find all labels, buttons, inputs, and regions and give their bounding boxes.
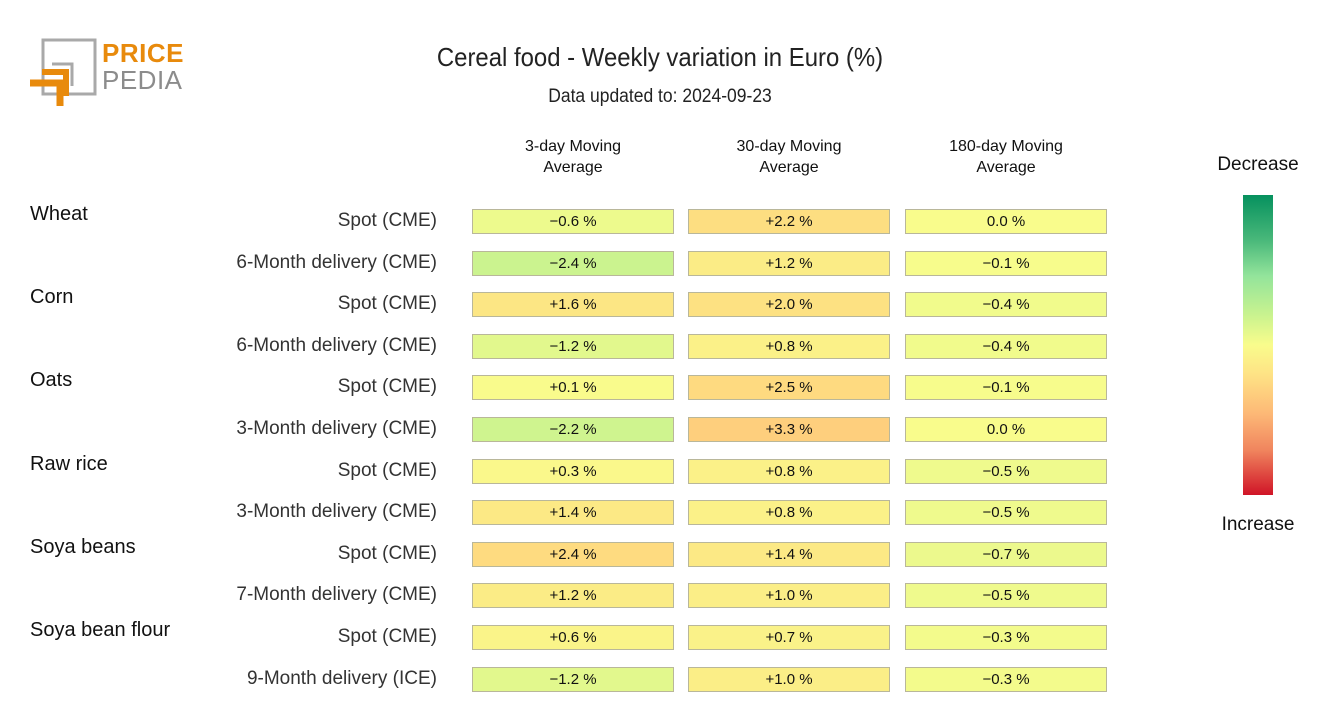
column-header: 30-day Moving Average (688, 136, 890, 178)
group-label: Wheat (30, 203, 88, 225)
heatmap-cell: +2.5 % (688, 375, 890, 401)
heatmap-cell: −0.4 % (905, 333, 1107, 359)
heatmap-cell: −2.2 % (472, 417, 674, 442)
heatmap-cell: +1.0 % (688, 666, 890, 692)
row-label: 7-Month delivery (CME) (236, 584, 437, 606)
heatmap-cell: −0.5 % (905, 583, 1107, 609)
heatmap-cell: +0.7 % (688, 625, 890, 650)
legend-decrease-label: Decrease (1217, 154, 1299, 175)
heatmap-cell: +0.8 % (688, 458, 890, 484)
column-header-line: Average (759, 159, 819, 176)
column-header-line: 3-day Moving (524, 138, 622, 155)
heatmap-cell: +1.6 % (472, 292, 674, 318)
row-label: 6-Month delivery (CME) (236, 251, 437, 273)
heatmap-cell: +1.4 % (472, 500, 674, 526)
heatmap-cell: +0.6 % (472, 625, 674, 650)
heatmap-cell: +0.1 % (472, 375, 674, 401)
heatmap-cell: −0.6 % (472, 209, 674, 234)
chart-subtitle: Data updated to: 2024-09-23 (548, 86, 772, 107)
row-label: Spot (CME) (337, 459, 437, 481)
column-header-line: Average (976, 159, 1036, 176)
heatmap-cell: +1.2 % (472, 583, 674, 609)
row-label: Spot (CME) (337, 626, 437, 647)
heatmap-cell: +0.8 % (688, 333, 890, 359)
heatmap-cell: −0.7 % (905, 541, 1107, 567)
column-header: 3-day Moving Average (472, 136, 674, 178)
heatmap-cell: +0.8 % (688, 500, 890, 526)
heatmap-cell: +2.2 % (688, 209, 890, 234)
column-header-line: Average (543, 159, 603, 176)
heatmap-cell: −0.1 % (905, 375, 1107, 401)
heatmap-cell: −2.4 % (472, 250, 674, 276)
heatmap-cell: +2.4 % (472, 541, 674, 567)
heatmap-cell: +0.3 % (472, 458, 674, 484)
heatmap-cell: −0.3 % (905, 666, 1107, 692)
row-label: 3-Month delivery (CME) (236, 501, 437, 523)
heatmap-cell: −0.1 % (905, 250, 1107, 276)
group-label: Corn (30, 286, 74, 309)
heatmap-cell: −0.5 % (905, 458, 1107, 484)
heatmap-cell: −0.4 % (905, 292, 1107, 318)
heatmap-cell: −0.3 % (905, 625, 1107, 650)
row-label: 3-Month delivery (CME) (236, 418, 437, 439)
row-label: Spot (CME) (337, 542, 437, 564)
heatmap-cell: +2.0 % (688, 292, 890, 318)
row-label: 9-Month delivery (ICE) (246, 667, 437, 689)
row-label: Spot (CME) (337, 376, 437, 398)
heatmap-cell: −0.5 % (905, 500, 1107, 526)
group-label: Oats (30, 369, 73, 392)
column-header-line: 30-day Moving (736, 138, 842, 155)
row-label: Spot (CME) (337, 293, 437, 315)
group-label: Soya bean flour (30, 619, 171, 641)
heatmap-cell: +3.3 % (688, 417, 890, 442)
heatmap-cell: +1.0 % (688, 583, 890, 609)
heatmap-cell: +1.2 % (688, 250, 890, 276)
column-header-line: 180-day Moving (949, 138, 1063, 155)
colorscale-bar (1243, 195, 1273, 495)
heatmap-cell: −1.2 % (472, 666, 674, 692)
heatmap-cell: 0.0 % (905, 417, 1107, 442)
heatmap-cell: +1.4 % (688, 541, 890, 567)
chart-title: Cereal food - Weekly variation in Euro (… (436, 42, 884, 72)
row-label: Spot (CME) (337, 210, 437, 231)
heatmap-cell: −1.2 % (472, 333, 674, 359)
group-label: Soya beans (30, 535, 136, 558)
column-header: 180-day Moving Average (905, 136, 1107, 178)
heatmap-cell: 0.0 % (905, 209, 1107, 234)
legend-increase-label: Increase (1221, 514, 1295, 535)
row-label: 6-Month delivery (CME) (236, 334, 437, 356)
group-label: Raw rice (30, 452, 108, 475)
